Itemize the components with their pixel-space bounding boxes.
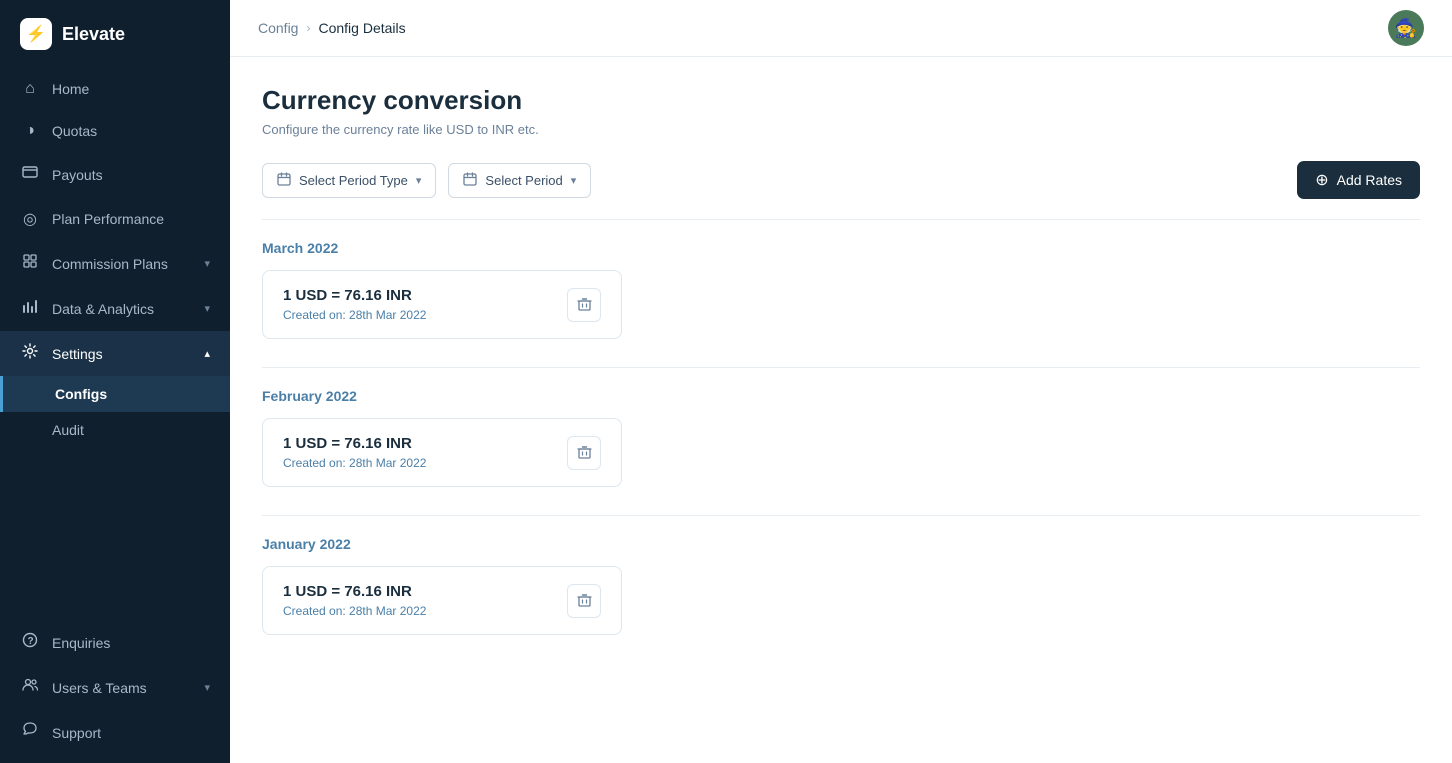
sidebar-item-support[interactable]: Support <box>0 710 230 755</box>
sidebar-subitem-configs[interactable]: Configs <box>0 376 230 412</box>
trash-icon-january <box>577 593 592 608</box>
sidebar-label-quotas: Quotas <box>52 123 210 139</box>
rate-created-february: Created on: 28th Mar 2022 <box>283 456 426 470</box>
data-analytics-icon <box>20 298 40 319</box>
breadcrumb-parent[interactable]: Config <box>258 20 298 36</box>
divider-2 <box>262 515 1420 516</box>
chevron-up-icon: ▴ <box>204 347 210 360</box>
chevron-down-icon-2: ▾ <box>204 302 210 315</box>
sidebar-sublabel-audit: Audit <box>52 422 84 438</box>
period-section-february: February 2022 1 USD = 76.16 INR Created … <box>262 388 1420 487</box>
page-subtitle: Configure the currency rate like USD to … <box>262 122 1420 137</box>
select-period-button[interactable]: Select Period ▾ <box>448 163 591 198</box>
logo-icon: ⚡ <box>20 18 52 50</box>
app-logo[interactable]: ⚡ Elevate <box>0 0 230 68</box>
breadcrumb-separator: › <box>306 21 310 35</box>
add-rates-label: Add Rates <box>1337 172 1402 188</box>
sidebar-item-data-analytics[interactable]: Data & Analytics ▾ <box>0 286 230 331</box>
sidebar-label-payouts: Payouts <box>52 167 210 183</box>
sidebar-label-home: Home <box>52 81 210 97</box>
payouts-icon <box>20 164 40 185</box>
sidebar-item-quotas[interactable]: ◑ Quotas <box>0 110 230 152</box>
sidebar-item-payouts[interactable]: Payouts <box>0 152 230 197</box>
period-heading-january: January 2022 <box>262 536 1420 552</box>
sidebar: ⚡ Elevate ⌂ Home ◑ Quotas Payouts ◎ Plan… <box>0 0 230 763</box>
main-content: Config › Config Details 🧙 Currency conve… <box>230 0 1452 763</box>
rate-created-march: Created on: 28th Mar 2022 <box>283 308 426 322</box>
quotas-icon: ◑ <box>20 122 40 140</box>
rate-card-february: 1 USD = 76.16 INR Created on: 28th Mar 2… <box>262 418 622 487</box>
chevron-down-period: ▾ <box>571 174 577 187</box>
calendar-icon-1 <box>277 172 291 189</box>
avatar[interactable]: 🧙 <box>1388 10 1424 46</box>
sidebar-label-settings: Settings <box>52 346 192 362</box>
plan-performance-icon: ◎ <box>20 209 40 229</box>
select-period-label: Select Period <box>485 173 562 188</box>
filters-left: Select Period Type ▾ Select Period ▾ <box>262 163 591 198</box>
sidebar-label-commission-plans: Commission Plans <box>52 256 192 272</box>
period-section-march: March 2022 1 USD = 76.16 INR Created on:… <box>262 240 1420 339</box>
sidebar-label-plan-performance: Plan Performance <box>52 211 210 227</box>
rate-card-info-february: 1 USD = 76.16 INR Created on: 28th Mar 2… <box>283 435 426 470</box>
settings-icon <box>20 343 40 364</box>
sidebar-label-enquiries: Enquiries <box>52 635 210 651</box>
rate-value-january: 1 USD = 76.16 INR <box>283 583 426 600</box>
chevron-down-period-type: ▾ <box>416 174 422 187</box>
sidebar-item-users-teams[interactable]: Users & Teams ▾ <box>0 665 230 710</box>
sidebar-subitem-audit[interactable]: Audit <box>0 412 230 448</box>
enquiries-icon: ? <box>20 632 40 653</box>
select-period-type-button[interactable]: Select Period Type ▾ <box>262 163 436 198</box>
home-icon: ⌂ <box>20 80 40 98</box>
rate-card-info-march: 1 USD = 76.16 INR Created on: 28th Mar 2… <box>283 287 426 322</box>
page-title: Currency conversion <box>262 85 1420 116</box>
add-rates-plus-icon: ⊕ <box>1315 170 1328 190</box>
rate-value-march: 1 USD = 76.16 INR <box>283 287 426 304</box>
sidebar-label-data-analytics: Data & Analytics <box>52 301 192 317</box>
sidebar-label-support: Support <box>52 725 210 741</box>
sidebar-item-settings[interactable]: Settings ▴ <box>0 331 230 376</box>
sidebar-label-users-teams: Users & Teams <box>52 680 192 696</box>
app-name: Elevate <box>62 24 125 45</box>
delete-button-january[interactable] <box>567 584 601 618</box>
filters-row: Select Period Type ▾ Select Period ▾ <box>262 161 1420 199</box>
delete-button-march[interactable] <box>567 288 601 322</box>
period-heading-february: February 2022 <box>262 388 1420 404</box>
calendar-icon-2 <box>463 172 477 189</box>
rate-created-january: Created on: 28th Mar 2022 <box>283 604 426 618</box>
support-icon <box>20 722 40 743</box>
rate-value-february: 1 USD = 76.16 INR <box>283 435 426 452</box>
content-area: Currency conversion Configure the curren… <box>230 57 1452 763</box>
sidebar-item-commission-plans[interactable]: Commission Plans ▾ <box>0 241 230 286</box>
sidebar-item-plan-performance[interactable]: ◎ Plan Performance <box>0 197 230 241</box>
chevron-down-icon: ▾ <box>204 257 210 270</box>
select-period-type-label: Select Period Type <box>299 173 408 188</box>
topbar: Config › Config Details 🧙 <box>230 0 1452 57</box>
sidebar-item-enquiries[interactable]: ? Enquiries <box>0 620 230 665</box>
rate-card-info-january: 1 USD = 76.16 INR Created on: 28th Mar 2… <box>283 583 426 618</box>
breadcrumb: Config › Config Details <box>258 20 406 36</box>
chevron-down-icon-3: ▾ <box>204 681 210 694</box>
rate-card-march: 1 USD = 76.16 INR Created on: 28th Mar 2… <box>262 270 622 339</box>
delete-button-february[interactable] <box>567 436 601 470</box>
commission-plans-icon <box>20 253 40 274</box>
divider-top <box>262 219 1420 220</box>
divider-1 <box>262 367 1420 368</box>
trash-icon-march <box>577 297 592 312</box>
sidebar-sublabel-configs: Configs <box>55 386 107 402</box>
rate-card-january: 1 USD = 76.16 INR Created on: 28th Mar 2… <box>262 566 622 635</box>
users-teams-icon <box>20 677 40 698</box>
period-section-january: January 2022 1 USD = 76.16 INR Created o… <box>262 536 1420 635</box>
add-rates-button[interactable]: ⊕ Add Rates <box>1297 161 1420 199</box>
breadcrumb-current: Config Details <box>318 20 405 36</box>
sidebar-item-home[interactable]: ⌂ Home <box>0 68 230 110</box>
period-heading-march: March 2022 <box>262 240 1420 256</box>
svg-text:?: ? <box>28 636 34 647</box>
trash-icon-february <box>577 445 592 460</box>
